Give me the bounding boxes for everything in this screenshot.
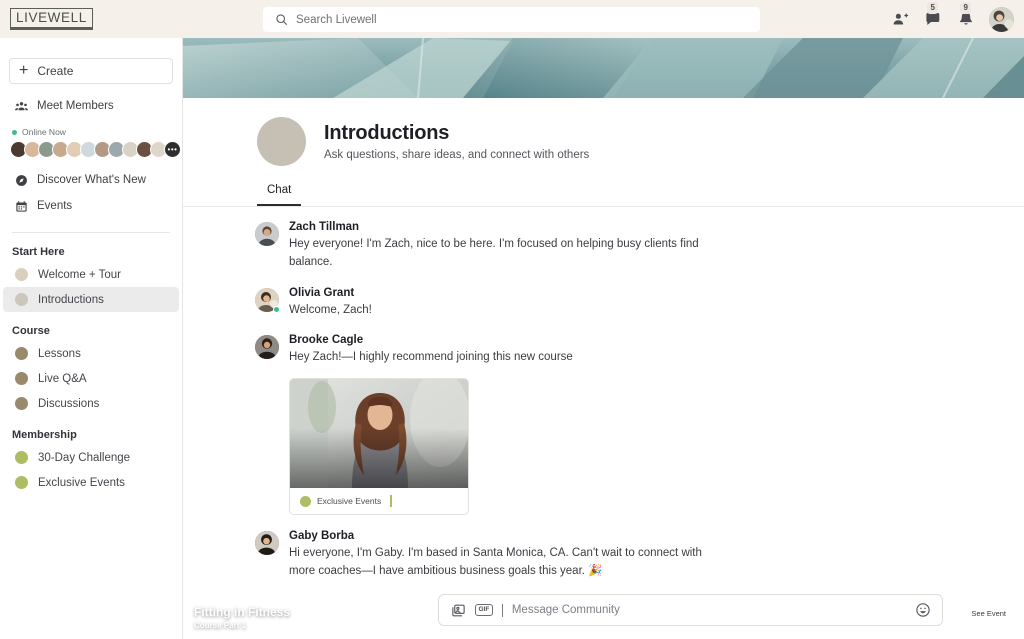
message-item: Brooke Cagle Hey Zach!—I highly recommen…: [194, 334, 1024, 630]
message-item: Olivia Grant Welcome, Zach!: [255, 287, 1024, 320]
message-text: Hey everyone! I'm Zach, nice to be here.…: [289, 238, 699, 268]
message-text: Hey Zach!—I highly recommend joining thi…: [289, 351, 573, 364]
online-now-text: Online Now: [22, 127, 66, 137]
message-text: Hi everyone, I'm Gaby. I'm based in Sant…: [289, 547, 702, 578]
sidebar-item-label: Introductions: [38, 293, 104, 306]
messages-icon[interactable]: 5: [923, 2, 943, 29]
sidebar-item-discover[interactable]: Discover What's New: [4, 167, 178, 193]
sidebar-item-label: Lessons: [38, 347, 81, 360]
sidebar-item-label: Events: [37, 200, 73, 212]
tab-bar: Chat: [183, 180, 1024, 207]
online-now-label: Online Now: [0, 127, 182, 137]
sidebar-divider: [12, 232, 170, 233]
page-subtitle: Ask questions, share ideas, and connect …: [324, 149, 590, 161]
gif-button[interactable]: GIF: [475, 603, 493, 617]
event-card-image: [290, 379, 468, 489]
message-author: Zach Tillman: [289, 221, 360, 233]
search-icon: [276, 14, 287, 25]
sidebar-item-welcome-tour[interactable]: Welcome + Tour: [3, 262, 179, 287]
top-bar-icons: 5 9: [890, 0, 1014, 38]
event-card-tag: Exclusive Events: [317, 496, 382, 507]
channel-dot-icon: [15, 372, 28, 385]
channel-dot-icon: [15, 397, 28, 410]
sidebar-item-label: Welcome + Tour: [38, 268, 121, 281]
event-card[interactable]: Fitting in Fitness Course Part 1 See Eve…: [194, 378, 1015, 630]
sidebar-item-meet-members[interactable]: Meet Members: [4, 93, 178, 119]
sidebar-item-label: Live Q&A: [38, 372, 87, 385]
avatar[interactable]: [255, 335, 279, 360]
text-cursor: [390, 495, 392, 508]
sidebar-item-label: Meet Members: [37, 100, 114, 112]
online-members-avatars[interactable]: •••: [0, 141, 182, 158]
channel-dot-icon: [300, 495, 311, 507]
online-status-dot: [273, 305, 280, 313]
channel-dot-icon: [15, 451, 28, 464]
channel-avatar: [257, 117, 306, 166]
compass-icon: [16, 174, 27, 186]
sidebar-item-label: 30-Day Challenge: [38, 451, 131, 464]
sidebar-item-label: Exclusive Events: [38, 476, 125, 489]
channel-dot-icon: [15, 268, 28, 281]
channel-header: Introductions Ask questions, share ideas…: [183, 98, 1024, 166]
search-placeholder: Search Livewell: [296, 13, 377, 26]
sidebar-item-live-qa[interactable]: Live Q&A: [3, 366, 179, 391]
community-banner-image: [183, 38, 1024, 98]
sidebar-item-events[interactable]: Events: [4, 193, 178, 219]
user-avatar[interactable]: [989, 6, 1014, 32]
page-title: Introductions: [324, 122, 450, 144]
add-person-icon[interactable]: [890, 9, 910, 29]
message-author: Brooke Cagle: [289, 334, 364, 347]
plus-icon: +: [19, 62, 29, 79]
more-members-button[interactable]: •••: [164, 141, 181, 158]
create-button-label: Create: [37, 64, 74, 78]
sidebar-item-30-day-challenge[interactable]: 30-Day Challenge: [3, 445, 179, 470]
top-bar: LIVEWELL Search Livewell 5 9: [0, 0, 1024, 38]
channel-dot-icon: [15, 293, 28, 306]
tab-chat[interactable]: Chat: [257, 184, 302, 206]
app-logo[interactable]: LIVEWELL: [10, 8, 93, 30]
composer-placeholder: Message Community: [511, 604, 620, 616]
sidebar-item-lessons[interactable]: Lessons: [3, 341, 179, 366]
emoji-picker-icon[interactable]: [914, 602, 931, 619]
message-composer[interactable]: GIF Message Community: [438, 594, 943, 626]
message-list: Zach Tillman Hey everyone! I'm Zach, nic…: [183, 207, 1024, 630]
avatar[interactable]: [255, 531, 279, 556]
sidebar-item-introductions[interactable]: Introductions: [3, 287, 179, 312]
message-text: Welcome, Zach!: [289, 303, 372, 316]
sidebar-item-exclusive-events[interactable]: Exclusive Events: [3, 470, 179, 495]
main-content: Introductions Ask questions, share ideas…: [183, 98, 1024, 639]
sidebar-item-discussions[interactable]: Discussions: [3, 391, 179, 416]
notifications-icon[interactable]: 9: [956, 2, 976, 29]
avatar[interactable]: [255, 287, 280, 313]
message-item: Gaby Borba Hi everyone, I'm Gaby. I'm ba…: [255, 530, 1024, 581]
sidebar-item-label: Discussions: [38, 397, 100, 410]
create-button[interactable]: + Create: [9, 58, 173, 84]
sidebar-section-title: Membership: [12, 429, 77, 441]
channel-dot-icon: [15, 476, 28, 489]
sidebar: + Create Meet Members Online Now ••• Dis…: [0, 38, 183, 639]
avatar[interactable]: [255, 222, 279, 246]
calendar-icon: [16, 200, 27, 212]
text-cursor: [501, 603, 503, 617]
logo-container[interactable]: LIVEWELL: [0, 8, 183, 30]
image-upload-icon[interactable]: [450, 602, 467, 619]
message-author: Gaby Borba: [289, 530, 355, 543]
sidebar-item-label: Discover What's New: [37, 174, 146, 186]
event-card-footer[interactable]: Exclusive Events: [290, 488, 468, 514]
channel-dot-icon: [15, 347, 28, 360]
online-status-dot: [12, 129, 17, 135]
message-item: Zach Tillman Hey everyone! I'm Zach, nic…: [255, 221, 1024, 272]
sidebar-section-title: Start Here: [12, 246, 65, 258]
messages-badge: 5: [927, 2, 939, 14]
notifications-badge: 9: [960, 2, 972, 14]
sidebar-section-title: Course: [12, 325, 50, 337]
message-author: Olivia Grant: [289, 286, 355, 299]
members-group-icon: [15, 101, 28, 110]
app-window: LIVEWELL Search Livewell 5 9 + Create Me…: [0, 0, 1024, 639]
search-input[interactable]: Search Livewell: [263, 7, 760, 32]
